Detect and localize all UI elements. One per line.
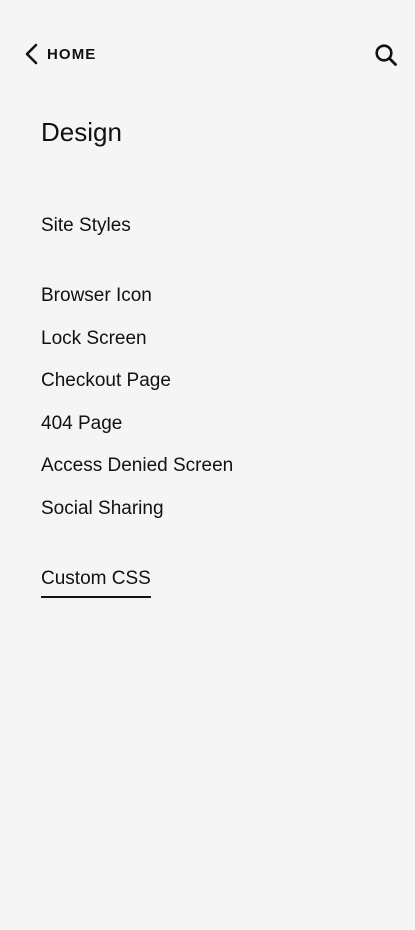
menu-item-access-denied-screen[interactable]: Access Denied Screen (41, 454, 233, 478)
search-icon (374, 43, 398, 67)
back-home-label: HOME (47, 45, 97, 63)
menu-item-site-styles[interactable]: Site Styles (41, 214, 131, 238)
top-navigation-bar: HOME (0, 0, 415, 108)
page-title: Design (41, 117, 122, 147)
chevron-left-icon (24, 43, 40, 65)
menu-item-404-page[interactable]: 404 Page (41, 412, 122, 436)
back-home-link[interactable]: HOME (24, 42, 96, 66)
menu-item-social-sharing[interactable]: Social Sharing (41, 497, 164, 521)
menu-item-custom-css[interactable]: Custom CSS (41, 567, 151, 598)
menu-item-browser-icon[interactable]: Browser Icon (41, 284, 152, 308)
search-button[interactable] (372, 41, 400, 69)
menu-item-checkout-page[interactable]: Checkout Page (41, 369, 171, 393)
menu-item-lock-screen[interactable]: Lock Screen (41, 327, 147, 351)
